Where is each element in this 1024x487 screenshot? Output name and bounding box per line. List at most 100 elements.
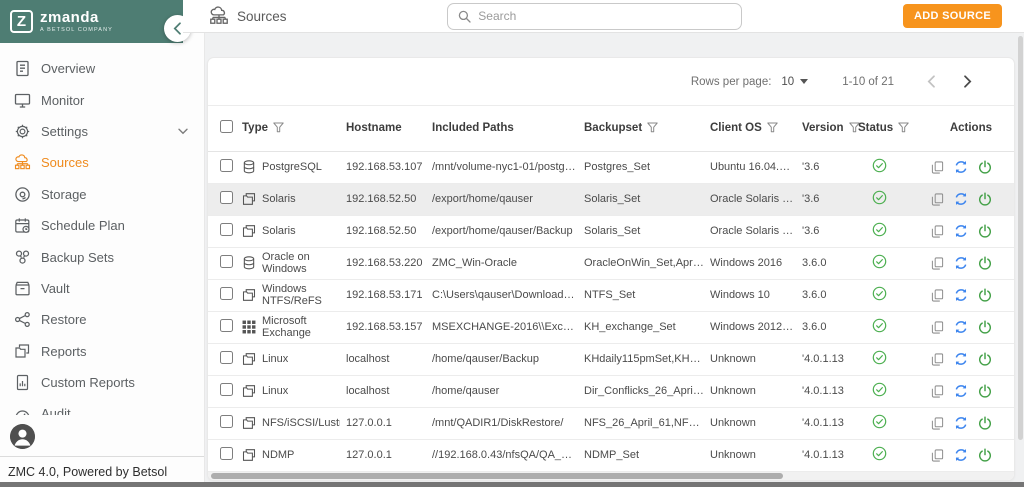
row-checkbox[interactable] [220,383,233,396]
type-label: Linux [262,384,289,397]
sidebar-item-backup-sets[interactable]: Backup Sets [0,241,204,272]
copy-button[interactable] [931,288,944,302]
sync-button[interactable] [954,448,968,462]
power-button[interactable] [978,192,992,206]
table-row: Oracle on Windows 192.168.53.220 ZMC_Win-O… [208,247,1014,279]
column-header-status: Status [858,122,894,135]
backupset-filter-icon[interactable] [647,122,658,134]
power-button[interactable] [978,320,992,334]
hostname-cell: 192.168.53.107 [346,161,423,173]
sidebar-item-settings[interactable]: Settings [0,116,204,147]
sidebar-item-label: Overview [41,61,96,77]
row-checkbox[interactable] [220,415,233,428]
overview-icon [14,60,31,77]
sync-button[interactable] [954,192,968,206]
sync-button[interactable] [954,320,968,334]
copy-button[interactable] [931,192,944,206]
backupset-cell: Postgres_Set [584,161,651,173]
copy-button[interactable] [931,320,944,334]
sidebar-item-custom-reports[interactable]: Custom Reports [0,367,204,398]
column-header-hostname: Hostname [346,122,402,135]
user-avatar[interactable] [10,424,35,449]
type-label: NDMP [262,448,295,461]
sidebar-item-sources[interactable]: Sources [0,147,204,178]
settings-gear-icon [14,123,31,140]
next-page-button[interactable] [954,69,980,95]
sidebar-item-label: Restore [41,312,87,328]
version-cell: '3.6 [802,161,820,173]
copy-button[interactable] [931,160,944,174]
status-filter-icon[interactable] [898,122,909,134]
column-header-included-paths: Included Paths [432,122,514,135]
sidebar-item-vault[interactable]: Vault [0,273,204,304]
sidebar-item-audit[interactable]: Audit [0,398,204,415]
row-checkbox[interactable] [220,447,233,460]
client-os-cell: Ubuntu 16.04.4 LTS [710,161,802,173]
rows-per-page-select[interactable]: 10 [781,76,809,88]
sync-button[interactable] [954,288,968,302]
select-all-checkbox[interactable] [220,120,233,134]
schedule-plan-icon [14,217,31,234]
search-input[interactable] [478,9,732,23]
type-filter-icon[interactable] [273,122,284,134]
power-button[interactable] [978,448,992,462]
horizontal-scrollbar-track[interactable] [208,471,1014,480]
sidebar-item-overview[interactable]: Overview [0,53,204,84]
power-button[interactable] [978,352,992,366]
horizontal-scrollbar-thumb[interactable] [211,472,784,479]
sidebar-item-monitor[interactable]: Monitor [0,84,204,115]
custom-reports-icon [14,374,31,391]
sync-button[interactable] [954,256,968,270]
sidebar-item-storage[interactable]: Storage [0,179,204,210]
sidebar-item-reports[interactable]: Reports [0,336,204,367]
power-button[interactable] [978,384,992,398]
row-checkbox[interactable] [220,287,233,300]
type-label: Solaris [262,192,296,205]
copy-button[interactable] [931,384,944,398]
backupset-cell: KHdaily115pmSet,KHweek... [584,353,710,365]
version-cell: '4.0.1.13 [802,385,844,397]
column-header-type: Type [242,122,268,135]
power-button[interactable] [978,416,992,430]
add-source-button[interactable]: ADD SOURCE [903,4,1002,28]
sync-button[interactable] [954,160,968,174]
hostname-cell: 127.0.0.1 [346,417,392,429]
copy-button[interactable] [931,256,944,270]
chevron-left-icon [173,22,182,35]
sidebar-item-restore[interactable]: Restore [0,304,204,335]
backupset-cell: Dir_Conflicks_26_April... [584,385,705,397]
sidebar-item-label: Storage [41,186,87,202]
copy-button[interactable] [931,416,944,430]
row-checkbox[interactable] [220,223,233,236]
vertical-scrollbar-thumb[interactable] [1018,36,1023,440]
sidebar-item-schedule-plan[interactable]: Schedule Plan [0,210,204,241]
row-checkbox[interactable] [220,255,233,268]
sidebar-item-label: Reports [41,343,87,359]
copy-button[interactable] [931,224,944,238]
sources-table-card: Rows per page: 10 1-10 of 21 Type Hostna… [207,57,1015,481]
row-checkbox[interactable] [220,159,233,172]
row-checkbox[interactable] [220,319,233,332]
sync-button[interactable] [954,384,968,398]
sync-button[interactable] [954,224,968,238]
row-checkbox[interactable] [220,351,233,364]
folders-icon [242,288,256,302]
window-bottom-scrollbar[interactable] [0,482,1024,487]
copy-button[interactable] [931,448,944,462]
copy-button[interactable] [931,352,944,366]
power-button[interactable] [978,160,992,174]
client-os-filter-icon[interactable] [767,122,778,134]
folders-icon [242,384,256,398]
power-button[interactable] [978,224,992,238]
power-button[interactable] [978,256,992,270]
version-cell: '4.0.1.13 [802,417,844,429]
sync-button[interactable] [954,416,968,430]
previous-page-button[interactable] [918,69,944,95]
row-checkbox[interactable] [220,191,233,204]
sync-button[interactable] [954,352,968,366]
chevron-left-icon [927,75,936,88]
status-ok-icon [872,318,887,333]
power-button[interactable] [978,288,992,302]
status-ok-icon [872,350,887,365]
vertical-scrollbar-track[interactable] [1018,36,1023,475]
